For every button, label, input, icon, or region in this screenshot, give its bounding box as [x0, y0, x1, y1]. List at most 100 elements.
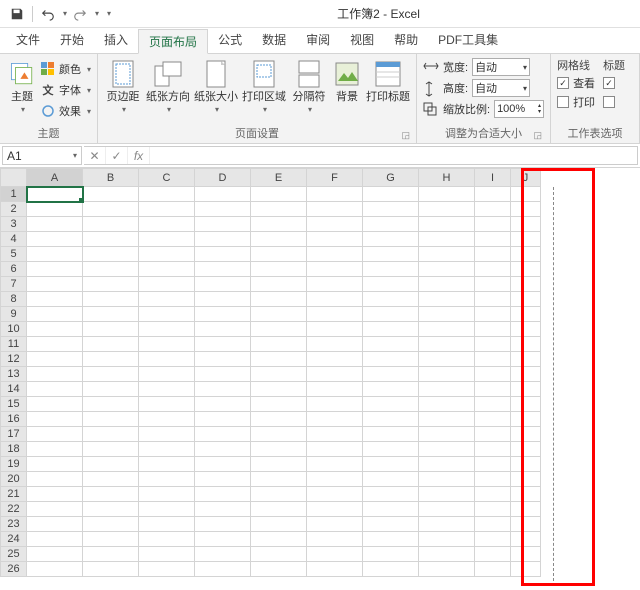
- cell-J2[interactable]: [511, 202, 541, 217]
- col-header-D[interactable]: D: [195, 169, 251, 187]
- col-header-F[interactable]: F: [307, 169, 363, 187]
- cell-B3[interactable]: [83, 217, 139, 232]
- cell-F13[interactable]: [307, 367, 363, 382]
- cell-B4[interactable]: [83, 232, 139, 247]
- row-header-10[interactable]: 10: [1, 322, 27, 337]
- cell-G2[interactable]: [363, 202, 419, 217]
- cell-C14[interactable]: [139, 382, 195, 397]
- row-header-21[interactable]: 21: [1, 487, 27, 502]
- cell-E1[interactable]: [251, 187, 307, 202]
- cell-H2[interactable]: [419, 202, 475, 217]
- cell-C26[interactable]: [139, 562, 195, 577]
- cell-H17[interactable]: [419, 427, 475, 442]
- cell-G20[interactable]: [363, 472, 419, 487]
- cell-E18[interactable]: [251, 442, 307, 457]
- cell-G14[interactable]: [363, 382, 419, 397]
- cell-D22[interactable]: [195, 502, 251, 517]
- cell-D1[interactable]: [195, 187, 251, 202]
- cell-G8[interactable]: [363, 292, 419, 307]
- cell-J14[interactable]: [511, 382, 541, 397]
- cell-G6[interactable]: [363, 262, 419, 277]
- cell-C24[interactable]: [139, 532, 195, 547]
- cell-F5[interactable]: [307, 247, 363, 262]
- cell-C3[interactable]: [139, 217, 195, 232]
- cell-D23[interactable]: [195, 517, 251, 532]
- cell-I21[interactable]: [475, 487, 511, 502]
- cell-H10[interactable]: [419, 322, 475, 337]
- cell-E26[interactable]: [251, 562, 307, 577]
- breaks-button[interactable]: 分隔符▾: [288, 57, 330, 116]
- cell-I3[interactable]: [475, 217, 511, 232]
- cell-A22[interactable]: [27, 502, 83, 517]
- cell-F14[interactable]: [307, 382, 363, 397]
- col-header-H[interactable]: H: [419, 169, 475, 187]
- cell-A7[interactable]: [27, 277, 83, 292]
- row-header-1[interactable]: 1: [1, 187, 27, 202]
- formula-input[interactable]: [150, 146, 638, 165]
- cell-C23[interactable]: [139, 517, 195, 532]
- cell-C10[interactable]: [139, 322, 195, 337]
- cancel-formula-icon[interactable]: ✕: [84, 147, 106, 164]
- cell-B17[interactable]: [83, 427, 139, 442]
- cell-J5[interactable]: [511, 247, 541, 262]
- cell-D8[interactable]: [195, 292, 251, 307]
- col-header-E[interactable]: E: [251, 169, 307, 187]
- cell-E23[interactable]: [251, 517, 307, 532]
- cell-D18[interactable]: [195, 442, 251, 457]
- cell-D10[interactable]: [195, 322, 251, 337]
- cell-H15[interactable]: [419, 397, 475, 412]
- cell-G4[interactable]: [363, 232, 419, 247]
- cell-F12[interactable]: [307, 352, 363, 367]
- cell-H12[interactable]: [419, 352, 475, 367]
- cell-J8[interactable]: [511, 292, 541, 307]
- cell-B2[interactable]: [83, 202, 139, 217]
- size-button[interactable]: 纸张大小▾: [192, 57, 240, 116]
- cell-E22[interactable]: [251, 502, 307, 517]
- row-header-6[interactable]: 6: [1, 262, 27, 277]
- cell-D16[interactable]: [195, 412, 251, 427]
- cell-I26[interactable]: [475, 562, 511, 577]
- cell-C7[interactable]: [139, 277, 195, 292]
- cell-I25[interactable]: [475, 547, 511, 562]
- headings-print-checkbox[interactable]: [603, 93, 625, 111]
- qat-customize-icon[interactable]: ▾: [107, 9, 111, 18]
- cell-B22[interactable]: [83, 502, 139, 517]
- cell-F20[interactable]: [307, 472, 363, 487]
- row-header-7[interactable]: 7: [1, 277, 27, 292]
- row-header-17[interactable]: 17: [1, 427, 27, 442]
- cell-H25[interactable]: [419, 547, 475, 562]
- cell-J9[interactable]: [511, 307, 541, 322]
- cell-D17[interactable]: [195, 427, 251, 442]
- cell-J12[interactable]: [511, 352, 541, 367]
- cell-A2[interactable]: [27, 202, 83, 217]
- cell-I18[interactable]: [475, 442, 511, 457]
- cell-F19[interactable]: [307, 457, 363, 472]
- cell-F25[interactable]: [307, 547, 363, 562]
- cell-H5[interactable]: [419, 247, 475, 262]
- cell-A17[interactable]: [27, 427, 83, 442]
- col-header-I[interactable]: I: [475, 169, 511, 187]
- row-header-25[interactable]: 25: [1, 547, 27, 562]
- cell-B24[interactable]: [83, 532, 139, 547]
- cell-A13[interactable]: [27, 367, 83, 382]
- cell-C20[interactable]: [139, 472, 195, 487]
- cell-I13[interactable]: [475, 367, 511, 382]
- tab-page-layout[interactable]: 页面布局: [138, 29, 208, 54]
- cell-E25[interactable]: [251, 547, 307, 562]
- cell-H4[interactable]: [419, 232, 475, 247]
- row-header-19[interactable]: 19: [1, 457, 27, 472]
- row-header-13[interactable]: 13: [1, 367, 27, 382]
- gridlines-print-checkbox[interactable]: 打印: [557, 93, 595, 111]
- cell-J17[interactable]: [511, 427, 541, 442]
- cell-J19[interactable]: [511, 457, 541, 472]
- cell-B12[interactable]: [83, 352, 139, 367]
- cell-E19[interactable]: [251, 457, 307, 472]
- tab-formulas[interactable]: 公式: [208, 28, 252, 53]
- spreadsheet-grid[interactable]: A B C D E F G H I J 12345678910111213141…: [0, 168, 541, 577]
- cell-G5[interactable]: [363, 247, 419, 262]
- row-header-8[interactable]: 8: [1, 292, 27, 307]
- cell-D3[interactable]: [195, 217, 251, 232]
- cell-I22[interactable]: [475, 502, 511, 517]
- cell-J15[interactable]: [511, 397, 541, 412]
- cell-B25[interactable]: [83, 547, 139, 562]
